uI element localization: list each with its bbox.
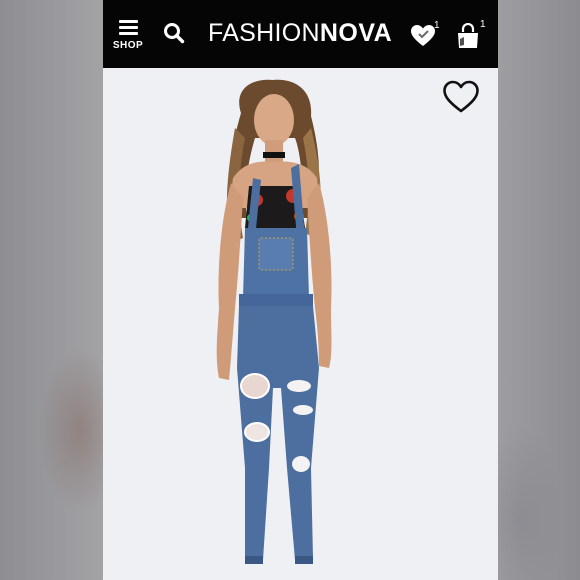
product-image-area	[103, 68, 498, 580]
search-button[interactable]	[163, 22, 185, 44]
cart-count: 1	[480, 19, 486, 30]
shopping-bag-icon	[458, 23, 478, 48]
wishlist-button[interactable]: 1	[410, 20, 440, 48]
wishlist-count: 1	[434, 20, 440, 31]
add-to-favorites-button[interactable]	[442, 80, 480, 114]
heart-icon	[411, 25, 435, 46]
shop-menu-button[interactable]: SHOP	[111, 18, 145, 58]
mobile-screen: SHOP FASHION NOVA 1 1	[103, 0, 498, 580]
brand-logo-light: FASHION	[208, 18, 320, 47]
cart-button[interactable]: 1	[456, 17, 486, 49]
search-icon	[164, 23, 185, 44]
brand-logo-bold: NOVA	[319, 18, 393, 47]
product-photo-model-in-denim-overalls	[216, 79, 332, 564]
hamburger-icon	[118, 20, 138, 35]
shop-label: SHOP	[112, 40, 144, 51]
brand-logo[interactable]: FASHION NOVA	[208, 16, 392, 50]
heart-outline-icon	[443, 80, 479, 113]
top-navigation-bar: SHOP FASHION NOVA 1 1	[103, 0, 498, 68]
